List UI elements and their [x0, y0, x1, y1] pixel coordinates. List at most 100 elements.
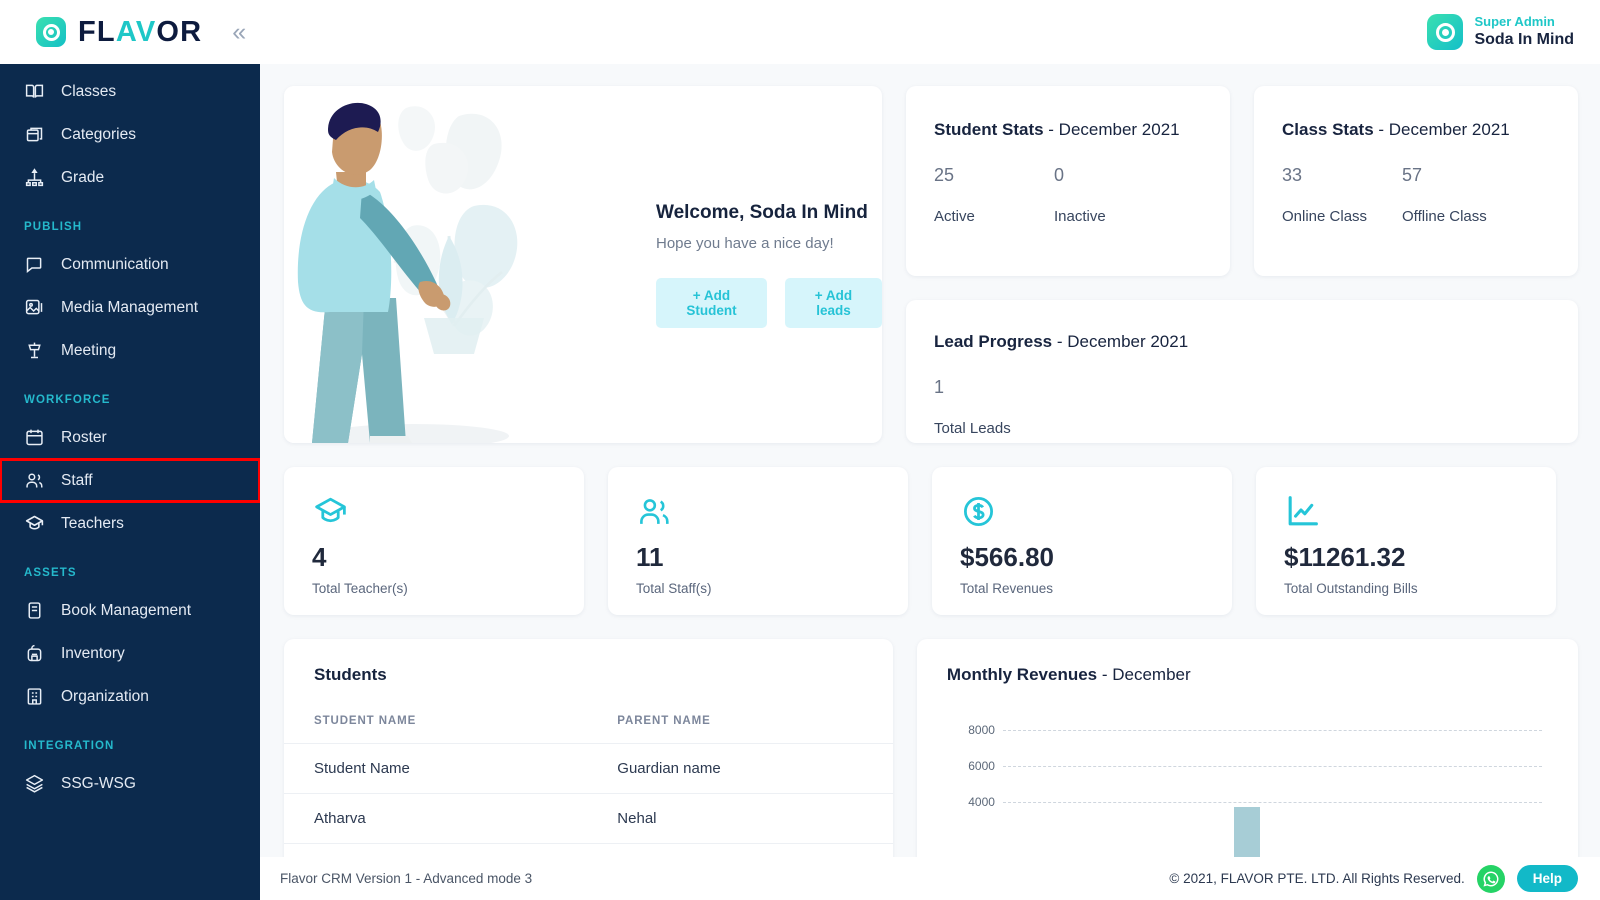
students-title: Students [314, 665, 387, 684]
metric-total-leads: 1 Total Leads [934, 377, 1054, 437]
table-row[interactable]: Atharva Nehal [284, 793, 893, 844]
book-closed-icon [24, 600, 45, 621]
sidebar-section-workforce: WORKFORCE [24, 394, 111, 406]
sidebar-item-media-management[interactable]: Media Management [0, 286, 260, 329]
sidebar-item-label: SSG-WSG [61, 774, 136, 792]
welcome-subtitle: Hope you have a nice day! [656, 234, 834, 252]
column-header-student-name: STUDENT NAME [284, 707, 588, 744]
user-name: Soda In Mind [1474, 31, 1574, 49]
student-stats-card: Student Stats - December 2021 25 Active … [906, 86, 1230, 276]
line-chart-icon [1284, 493, 1528, 531]
add-student-button[interactable]: + Add Student [656, 277, 767, 328]
class-stats-heading: Class Stats - December 2021 [1282, 120, 1510, 139]
sidebar-item-label: Meeting [61, 341, 117, 359]
backpack-icon [24, 643, 45, 664]
kpi-label: Total Revenues [960, 581, 1054, 596]
top-bar: FLAVOR « Super Admin Soda In Mind [0, 0, 1600, 64]
sidebar-item-meeting[interactable]: Meeting [0, 329, 260, 372]
sidebar-item-teachers[interactable]: Teachers [0, 502, 260, 545]
whatsapp-icon[interactable] [1476, 864, 1505, 893]
sidebar-item-communication[interactable]: Communication [0, 243, 260, 286]
welcome-title: Welcome, Soda In Mind [656, 201, 868, 223]
podium-icon [24, 340, 45, 361]
students-card: Students STUDENT NAME PARENT NAME Studen… [284, 639, 893, 869]
user-role: Super Admin [1474, 13, 1555, 29]
column-header-parent-name: PARENT NAME [587, 707, 893, 744]
categories-icon [24, 124, 45, 145]
kpi-label: Total Staff(s) [636, 581, 712, 596]
user-meta: Super Admin Soda In Mind [1474, 14, 1574, 50]
chart-gridline [1002, 802, 1542, 804]
dollar-circle-icon [960, 493, 1204, 531]
kpi-label: Total Teacher(s) [312, 581, 408, 596]
monthly-revenues-title: Monthly Revenues - December [946, 665, 1191, 684]
metric-offline-class: 57 Offline Class [1402, 165, 1522, 225]
sidebar-section-assets: ASSETS [24, 567, 77, 579]
table-row[interactable]: Student Name Guardian name [284, 743, 893, 794]
class-stats-card: Class Stats - December 2021 33 Online Cl… [1254, 86, 1578, 276]
chart-y-tick-label: 6000 [968, 758, 995, 773]
graduation-cap-icon [24, 513, 45, 534]
building-icon [24, 686, 45, 707]
copyright-label: © 2021, FLAVOR PTE. LTD. All Rights Rese… [1169, 871, 1465, 886]
sidebar-item-label: Inventory [61, 644, 125, 662]
metric-label: Inactive [1054, 207, 1106, 225]
chart-y-tick-label: 4000 [968, 795, 995, 810]
calendar-icon [24, 427, 45, 448]
chart-gridline [1002, 729, 1542, 731]
lead-progress-heading: Lead Progress - December 2021 [934, 332, 1189, 351]
chart-gridline [1002, 765, 1542, 767]
brand-mark-icon [36, 17, 66, 47]
sidebar-item-label: Grade [61, 168, 105, 186]
welcome-card: Welcome, Soda In Mind Hope you have a ni… [284, 86, 882, 443]
logo-wordmark: FLAVOR [78, 15, 203, 48]
graduation-cap-icon [312, 493, 556, 531]
metric-inactive: 0 Inactive [1054, 165, 1174, 225]
sidebar-item-label: Roster [61, 428, 107, 446]
metric-value: 25 [934, 164, 955, 185]
sidebar-item-ssg-wsg[interactable]: SSG-WSG [0, 762, 260, 805]
sidebar-item-label: Organization [61, 687, 149, 705]
sidebar-item-grade[interactable]: Grade [0, 156, 260, 199]
welcome-copy: Welcome, Soda In Mind Hope you have a ni… [656, 202, 882, 328]
kpi-label: Total Outstanding Bills [1284, 581, 1418, 596]
main-content: Welcome, Soda In Mind Hope you have a ni… [260, 64, 1600, 900]
users-icon [636, 493, 880, 531]
help-button[interactable]: Help [1516, 865, 1578, 892]
kpi-card-total-teacher-s-: 4 Total Teacher(s) [284, 467, 584, 615]
sidebar: Classes Categories Grade PUBLISH Communicati… [0, 64, 260, 900]
sidebar-item-label: Categories [61, 125, 136, 143]
kpi-value: $11261.32 [1284, 542, 1406, 572]
person-watering-plant-illustration [284, 86, 634, 443]
users-icon [24, 470, 45, 491]
user-menu[interactable]: Super Admin Soda In Mind [1427, 14, 1600, 50]
sidebar-item-label: Media Management [61, 298, 198, 316]
kpi-value: 11 [636, 542, 664, 572]
version-label: Flavor CRM Version 1 - Advanced mode 3 [280, 871, 533, 886]
revenues-bar-chart: 8000 6000 4000 [947, 715, 1548, 869]
avatar [1427, 14, 1464, 50]
metric-value: 33 [1282, 164, 1303, 185]
sidebar-item-label: Staff [61, 471, 93, 489]
sidebar-item-staff[interactable]: Staff [0, 458, 260, 503]
book-icon [24, 81, 45, 102]
image-icon [24, 297, 45, 318]
monthly-revenues-card: Monthly Revenues - December 8000 6000 4000 [916, 639, 1578, 869]
sidebar-section-publish: PUBLISH [24, 221, 83, 233]
sidebar-item-categories[interactable]: Categories [0, 113, 260, 156]
sidebar-item-label: Teachers [61, 514, 124, 532]
sidebar-item-inventory[interactable]: Inventory [0, 632, 260, 675]
student-stats-heading: Student Stats - December 2021 [934, 120, 1180, 139]
sidebar-collapse-icon[interactable]: « [232, 19, 246, 45]
sidebar-item-classes[interactable]: Classes [0, 70, 260, 113]
sidebar-item-label: Communication [61, 255, 169, 273]
sidebar-item-label: Book Management [61, 601, 192, 619]
sidebar-item-label: Classes [61, 82, 117, 100]
kpi-card-total-outstanding-bills: $11261.32 Total Outstanding Bills [1256, 467, 1556, 615]
metric-label: Online Class [1282, 207, 1368, 225]
sidebar-item-organization[interactable]: Organization [0, 675, 260, 718]
sidebar-item-roster[interactable]: Roster [0, 416, 260, 459]
app-logo[interactable]: FLAVOR « [0, 16, 246, 49]
add-leads-button[interactable]: + Add leads [784, 277, 882, 328]
sidebar-item-book-management[interactable]: Book Management [0, 589, 260, 632]
